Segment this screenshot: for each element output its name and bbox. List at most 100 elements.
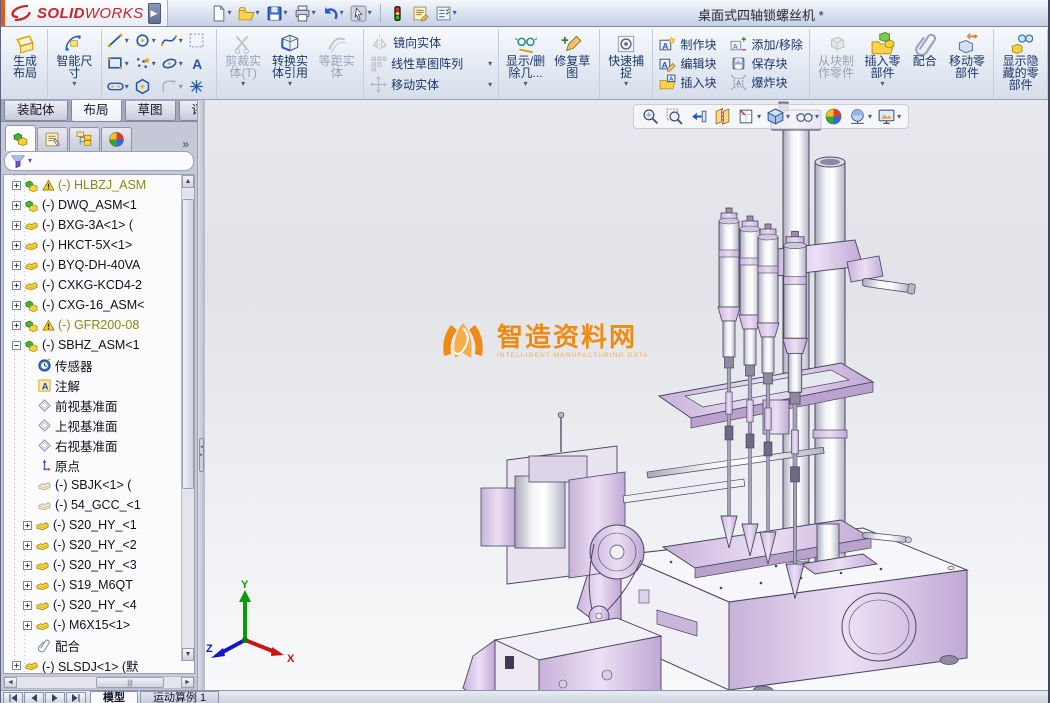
print-document-button[interactable]: ▾ bbox=[292, 4, 318, 23]
tree-vertical-scrollbar[interactable]: ▲ ▼ bbox=[181, 175, 194, 661]
scroll-up-button[interactable]: ▲ bbox=[182, 175, 194, 188]
explode-block-button[interactable]: A 爆炸块 bbox=[727, 73, 805, 92]
insert-block-button[interactable]: A 插入块 bbox=[656, 73, 719, 92]
interference-check-button[interactable] bbox=[387, 4, 408, 23]
panel-tab-featuremanager[interactable] bbox=[5, 125, 36, 151]
convert-entities-button[interactable]: 转换实体引用 ▾ bbox=[267, 30, 314, 88]
commandmanager-tab-3[interactable]: 草图 bbox=[125, 101, 176, 121]
panel-expand-chevron[interactable]: » bbox=[182, 137, 193, 151]
expand-toggle[interactable]: + bbox=[23, 601, 32, 610]
tree-item[interactable]: +(-) BXG-3A<1> ( bbox=[4, 215, 194, 235]
expand-toggle[interactable]: + bbox=[12, 221, 21, 230]
study-tab-2[interactable]: 运动算例 1 bbox=[140, 691, 219, 703]
circle-tool-button[interactable]: ▾ bbox=[132, 29, 159, 52]
mirror-entities-button[interactable]: 镜向实体 bbox=[367, 33, 495, 52]
first-tab-button[interactable] bbox=[3, 692, 23, 703]
zoom-fit-button[interactable] bbox=[641, 107, 660, 126]
trim-entities-button[interactable]: 剪裁实体(T) ▾ bbox=[220, 30, 267, 88]
tree-item[interactable]: 上视基准面 bbox=[4, 415, 194, 435]
repair-sketch-button[interactable]: 修复草图 bbox=[549, 30, 596, 79]
save-block-button[interactable]: A 保存块 bbox=[727, 54, 805, 73]
hide-show-items-button[interactable]: ▾ bbox=[795, 107, 819, 126]
sketch-text-tool-button[interactable]: A bbox=[186, 52, 213, 75]
machine-model[interactable] bbox=[411, 100, 1049, 690]
tree-item[interactable]: 配合 bbox=[4, 635, 194, 655]
previous-view-button[interactable] bbox=[689, 107, 708, 126]
display-style-button[interactable]: ▾ bbox=[766, 107, 790, 126]
slot-tool-button[interactable]: ▾ bbox=[105, 75, 132, 98]
expand-toggle[interactable]: + bbox=[23, 621, 32, 630]
expand-toggle[interactable]: + bbox=[23, 561, 32, 570]
make-part-from-block-button[interactable]: 从块制作零件 bbox=[813, 30, 859, 79]
tree-item[interactable]: +(-) M6X15<1> bbox=[4, 615, 194, 635]
scroll-thumb[interactable]: ||| bbox=[96, 677, 164, 688]
line-tool-button[interactable]: ▾ bbox=[105, 29, 132, 52]
spline-tool-button[interactable]: ▾ bbox=[159, 29, 186, 52]
tree-item[interactable]: (-) 54_GCC_<1 bbox=[4, 495, 194, 515]
ellipse-tool-button[interactable]: ▾ bbox=[159, 52, 186, 75]
undo-button[interactable]: ▾ bbox=[320, 4, 346, 23]
scroll-down-button[interactable]: ▼ bbox=[182, 648, 194, 661]
tree-item[interactable]: +(-) HKCT-5X<1> bbox=[4, 235, 194, 255]
scroll-left-button[interactable]: ◄ bbox=[4, 677, 17, 688]
section-view-button[interactable] bbox=[713, 107, 732, 126]
scroll-right-button[interactable]: ► bbox=[181, 677, 194, 688]
feeder-assembly[interactable] bbox=[463, 412, 661, 690]
tree-item[interactable]: 传感器 bbox=[4, 355, 194, 375]
tree-item[interactable]: A注解 bbox=[4, 375, 194, 395]
options-list-button[interactable]: ▾ bbox=[433, 4, 459, 23]
study-tab-1[interactable]: 模型 bbox=[90, 691, 138, 703]
polygon-tool-button[interactable] bbox=[132, 75, 159, 98]
point-pattern-tool-button[interactable]: ▾ bbox=[132, 52, 159, 75]
smart-dimension-button[interactable]: 智能尺寸 ▾ bbox=[51, 30, 98, 88]
previous-tab-button[interactable] bbox=[24, 692, 44, 703]
open-document-button[interactable]: ▾ bbox=[236, 4, 262, 23]
graphics-viewport[interactable]: ▾▾▾▾▾ 智造资料网 INTELLIGENT MANUFACTURING DA… bbox=[205, 100, 1049, 690]
expand-toggle[interactable]: + bbox=[23, 581, 32, 590]
tree-item[interactable]: +(-) CXKG-KCD4-2 bbox=[4, 275, 194, 295]
sketch-star-tool-button[interactable] bbox=[186, 75, 213, 98]
tree-item[interactable]: 原点 bbox=[4, 455, 194, 475]
add-remove-block-button[interactable]: A 添加/移除 bbox=[727, 35, 805, 54]
tree-item[interactable]: 前视基准面 bbox=[4, 395, 194, 415]
tree-item[interactable]: +(-) S20_HY_<4 bbox=[4, 595, 194, 615]
panel-tab-configurationmanager[interactable] bbox=[69, 127, 100, 151]
create-layout-button[interactable]: 生成布局 bbox=[6, 30, 44, 79]
tree-item[interactable]: +(-) S19_M6QT bbox=[4, 575, 194, 595]
last-tab-button[interactable] bbox=[66, 692, 86, 703]
tree-item[interactable]: +(-) S20_HY_<1 bbox=[4, 515, 194, 535]
tree-item[interactable]: (-) SBJK<1> ( bbox=[4, 475, 194, 495]
splitter-grip[interactable]: ◂▸ bbox=[199, 438, 204, 472]
tree-filter-bar[interactable]: ▾ bbox=[4, 151, 194, 171]
apply-scene-button[interactable]: ▾ bbox=[848, 107, 872, 126]
expand-toggle[interactable]: + bbox=[23, 541, 32, 550]
edit-appearance-button[interactable] bbox=[824, 107, 843, 126]
edit-block-button[interactable]: A 编辑块 bbox=[656, 54, 719, 73]
tree-item[interactable]: +(-) BYQ-DH-40VA bbox=[4, 255, 194, 275]
tree-item[interactable]: +(-) S20_HY_<3 bbox=[4, 555, 194, 575]
tree-item[interactable]: +(-) DWQ_ASM<1 bbox=[4, 195, 194, 215]
tree-item[interactable]: +(-) CXG-16_ASM< bbox=[4, 295, 194, 315]
scroll-thumb[interactable] bbox=[182, 199, 194, 489]
commandmanager-tab-2[interactable]: 布局 bbox=[71, 100, 122, 122]
view-settings-button[interactable]: ▾ bbox=[877, 107, 901, 126]
save-document-button[interactable]: ▾ bbox=[264, 4, 290, 23]
expand-toggle[interactable]: + bbox=[23, 521, 32, 530]
panel-tab-propertymanager[interactable] bbox=[37, 127, 68, 151]
offset-entities-button[interactable]: 等距实体 bbox=[313, 30, 360, 79]
sketch-fillet-tool-button[interactable]: ▾ bbox=[159, 75, 186, 98]
commandmanager-tab-1[interactable]: 装配体 bbox=[4, 101, 68, 121]
expand-toggle[interactable]: + bbox=[12, 661, 21, 670]
linear-sketch-pattern-button[interactable]: 线性草图阵列 ▾ bbox=[367, 54, 495, 73]
expand-toggle[interactable]: + bbox=[12, 201, 21, 210]
next-tab-button[interactable] bbox=[45, 692, 65, 703]
new-document-button[interactable]: ▾ bbox=[208, 4, 234, 23]
expand-toggle[interactable]: + bbox=[12, 181, 21, 190]
move-component-button[interactable]: 移动零部件 bbox=[944, 30, 990, 79]
make-block-button[interactable]: A 制作块 bbox=[656, 35, 719, 54]
tree-item[interactable]: +(-) GFR200-08 bbox=[4, 315, 194, 335]
mate-button[interactable]: 配合 bbox=[906, 30, 944, 67]
quick-snaps-button[interactable]: 快速捕捉 ▾ bbox=[603, 30, 650, 88]
move-entities-button[interactable]: 移动实体 ▾ bbox=[367, 75, 495, 94]
rectangle-tool-button[interactable]: ▾ bbox=[105, 52, 132, 75]
